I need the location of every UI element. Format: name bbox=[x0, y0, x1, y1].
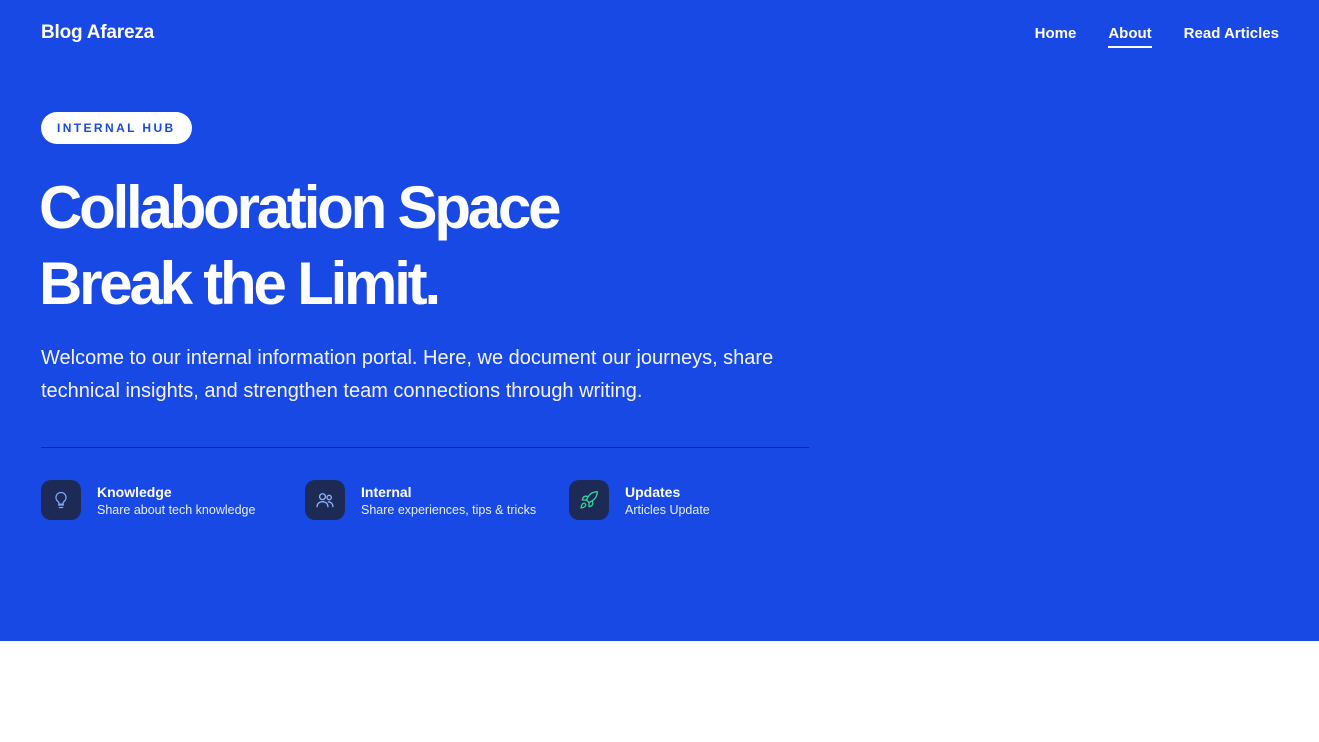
nav-link-about[interactable]: About bbox=[1108, 25, 1152, 48]
feature-subtitle: Share experiences, tips & tricks bbox=[361, 503, 537, 517]
feature-subtitle: Articles Update bbox=[625, 503, 710, 517]
lightbulb-icon bbox=[41, 480, 81, 520]
feature-title: Internal bbox=[361, 484, 412, 500]
headline-line-1: Collaboration Space bbox=[39, 174, 562, 241]
hero-badge: INTERNAL HUB bbox=[41, 112, 192, 144]
nav-link-home[interactable]: Home bbox=[1035, 25, 1077, 48]
top-navbar: Blog Afareza Home About Read Articles bbox=[0, 0, 1319, 68]
headline-line-2: Break the Limit. bbox=[39, 250, 441, 317]
feature-list: Knowledge Share about tech knowledge Int… bbox=[41, 480, 769, 520]
hero-section: Blog Afareza Home About Read Articles IN… bbox=[0, 0, 1319, 641]
rocket-icon bbox=[569, 480, 609, 520]
feature-updates: Updates Articles Update bbox=[569, 480, 769, 520]
divider bbox=[41, 447, 809, 448]
brand-logo[interactable]: Blog Afareza bbox=[41, 22, 154, 44]
hero-intro: Welcome to our internal information port… bbox=[41, 347, 774, 402]
hero-headline: Collaboration Space Break the Limit. bbox=[39, 170, 562, 322]
feature-knowledge: Knowledge Share about tech knowledge bbox=[41, 480, 305, 520]
feature-internal: Internal Share experiences, tips & trick… bbox=[305, 480, 569, 520]
feature-title: Knowledge bbox=[97, 484, 172, 500]
nav-links: Home About Read Articles bbox=[1035, 25, 1279, 48]
users-icon bbox=[305, 480, 345, 520]
nav-link-read-articles[interactable]: Read Articles bbox=[1184, 25, 1279, 48]
feature-subtitle: Share about tech knowledge bbox=[97, 503, 256, 517]
feature-title: Updates bbox=[625, 484, 681, 500]
